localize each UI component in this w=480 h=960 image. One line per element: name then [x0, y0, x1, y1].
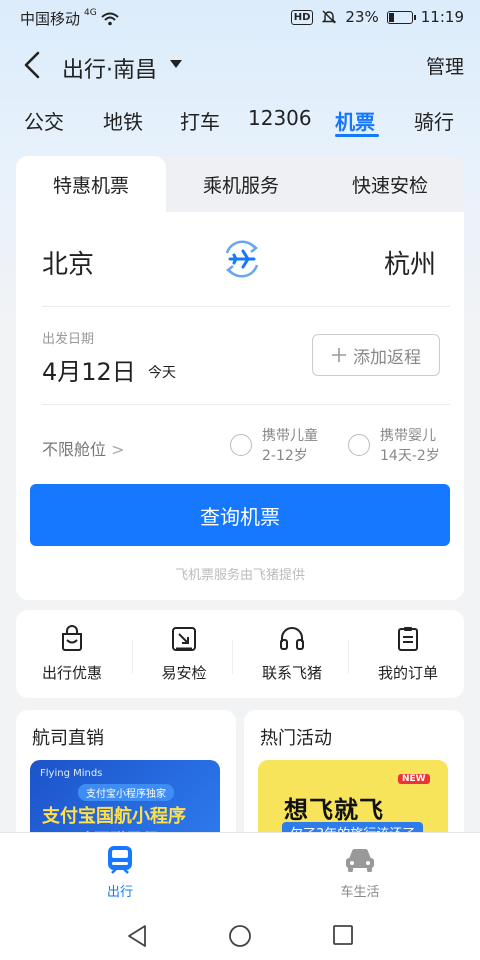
- page-header: 出行·南昌 管理: [0, 40, 480, 90]
- tab-bike[interactable]: 骑行: [414, 106, 454, 135]
- nav-back-icon[interactable]: [126, 924, 148, 948]
- separator: [232, 640, 233, 674]
- airline-direct-title: 航司直销: [32, 728, 104, 749]
- clipboard-icon: [398, 627, 418, 651]
- child-option-age: 2-12岁: [262, 448, 308, 464]
- tab-bus[interactable]: 公交: [24, 106, 64, 135]
- wifi-icon: [101, 12, 119, 25]
- tab-metro[interactable]: 地铁: [103, 106, 143, 135]
- nav-home-icon[interactable]: [228, 924, 252, 948]
- carrier-label: 中国移动: [20, 10, 81, 28]
- status-bar: 中国移动 4G HD 23% 11:19: [0, 0, 480, 34]
- banner-headline: 支付宝国航小程序: [42, 806, 186, 827]
- add-return-label: 添加返程: [353, 347, 421, 368]
- departure-date-label: 出发日期: [42, 332, 95, 347]
- divider: [42, 306, 450, 307]
- infant-option-label[interactable]: 携带婴儿 14天-2岁: [380, 426, 440, 466]
- cabin-class-selector[interactable]: 不限舱位 >: [42, 436, 125, 460]
- car-icon: [346, 848, 374, 872]
- battery-icon: [386, 10, 416, 24]
- network-label: 4G: [84, 7, 97, 18]
- subtab-fast-security[interactable]: 快速安检: [316, 156, 464, 212]
- service-label: 出行优惠: [41, 664, 102, 682]
- bottom-tab-bar: 出行 车生活: [0, 832, 480, 912]
- service-my-orders[interactable]: 我的订单: [352, 610, 464, 698]
- service-travel-deals[interactable]: 出行优惠: [16, 610, 128, 698]
- service-contact-fliggy[interactable]: 联系飞猪: [236, 610, 348, 698]
- child-option-title: 携带儿童: [262, 428, 318, 444]
- tab-travel-label: 出行: [106, 885, 133, 900]
- active-tab-indicator: [335, 134, 379, 137]
- cabin-class-label: 不限舱位: [42, 440, 107, 459]
- caret-down-icon[interactable]: [170, 60, 182, 69]
- hot-activities-title: 热门活动: [260, 728, 332, 749]
- sub-tabs: 特惠机票 乘机服务 快速安检: [16, 156, 464, 212]
- subtab-special-fares[interactable]: 特惠机票: [16, 156, 166, 212]
- manage-button[interactable]: 管理: [426, 52, 464, 79]
- service-easy-security[interactable]: 易安检: [128, 610, 240, 698]
- origin-city[interactable]: 北京: [42, 244, 94, 281]
- service-label: 我的订单: [377, 664, 438, 682]
- train-icon: [108, 846, 132, 874]
- search-flights-button[interactable]: 查询机票: [30, 484, 450, 546]
- nav-recents-icon[interactable]: [332, 924, 354, 946]
- transport-tabs: 公交 地铁 打车 12306 机票 骑行: [0, 100, 480, 144]
- destination-city[interactable]: 杭州: [384, 244, 436, 281]
- tab-flights[interactable]: 机票: [335, 106, 375, 135]
- child-option-label[interactable]: 携带儿童 2-12岁: [262, 426, 318, 466]
- back-arrow-icon[interactable]: [18, 50, 48, 80]
- infant-radio[interactable]: [348, 434, 370, 456]
- banner-pill: 支付宝小程序独家: [78, 784, 174, 801]
- provider-note: 飞机票服务由飞猪提供: [174, 568, 305, 583]
- service-label: 易安检: [161, 664, 207, 682]
- infant-option-title: 携带婴儿: [380, 428, 436, 444]
- page-title[interactable]: 出行·南昌: [62, 52, 157, 84]
- flight-search-card: 特惠机票 乘机服务 快速安检 北京 杭州 出发日期 4月12日 今天 添加返程 …: [16, 156, 464, 600]
- services-card: 出行优惠 易安检 联系飞猪 我的订单: [16, 610, 464, 698]
- headset-icon: [280, 627, 304, 650]
- banner-brand: Flying Minds: [40, 768, 103, 779]
- tab-taxi[interactable]: 打车: [180, 106, 220, 135]
- child-radio[interactable]: [230, 434, 252, 456]
- mute-bell-icon: [322, 10, 337, 24]
- hd-badge: HD: [290, 9, 314, 25]
- separator: [348, 640, 349, 674]
- gift-bag-icon: [62, 625, 82, 651]
- departure-date[interactable]: 4月12日: [42, 352, 136, 387]
- clock: 11:19: [420, 8, 464, 26]
- tab-12306[interactable]: 12306: [248, 106, 312, 130]
- subtab-flight-services[interactable]: 乘机服务: [166, 156, 316, 212]
- divider: [42, 404, 450, 405]
- departure-date-relative: 今天: [148, 365, 176, 381]
- tab-travel[interactable]: 出行: [40, 833, 200, 913]
- system-navigation-bar: [0, 912, 480, 960]
- tab-car-life-label: 车生活: [340, 885, 380, 900]
- add-return-button[interactable]: 添加返程: [312, 334, 440, 376]
- chevron-right-icon: >: [111, 440, 125, 459]
- security-check-icon: [172, 627, 196, 651]
- infant-option-age: 14天-2岁: [380, 448, 440, 464]
- new-badge: NEW: [398, 774, 430, 784]
- battery-percent: 23%: [345, 8, 379, 26]
- tab-car-life[interactable]: 车生活: [280, 833, 440, 913]
- swap-route-icon[interactable]: [219, 236, 265, 282]
- service-label: 联系飞猪: [261, 664, 322, 682]
- plus-icon: [332, 348, 346, 362]
